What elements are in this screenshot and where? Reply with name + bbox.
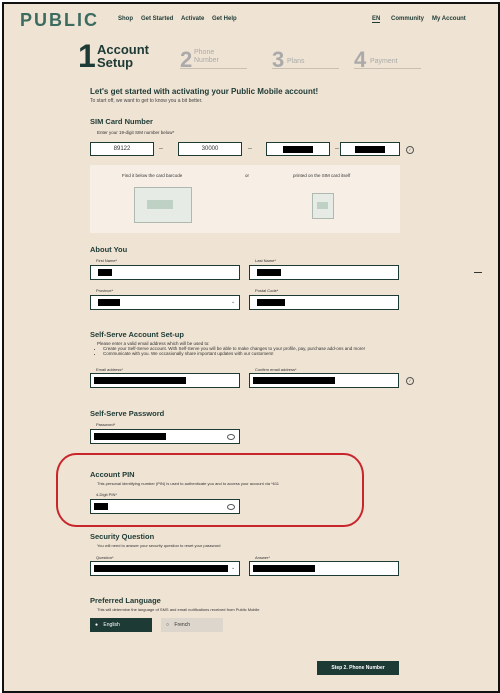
page-frame: PUBLIC Shop Get Started Activate Get Hel… bbox=[2, 2, 500, 693]
sim-dash-2: – bbox=[248, 145, 252, 152]
sim-dash-3: – bbox=[335, 145, 339, 152]
sim-part-1-input[interactable]: 89122 bbox=[90, 142, 154, 156]
postal-code-label: Postal Code* bbox=[255, 288, 279, 293]
email-valid-check-icon: ✓ bbox=[406, 377, 414, 385]
first-name-label: First Name* bbox=[96, 258, 118, 263]
chevron-down-icon: ⌄ bbox=[231, 565, 236, 571]
step-3-underline bbox=[272, 68, 339, 69]
next-step-button[interactable]: Step 2. Phone Number bbox=[317, 661, 399, 675]
sim-printed-label: printed on the SIM card itself bbox=[293, 173, 351, 178]
preferred-language-description: This will determine the language of SMS … bbox=[97, 607, 260, 612]
last-name-label: Last Name* bbox=[255, 258, 276, 263]
sim-or-label: or bbox=[245, 173, 250, 178]
step-1-number: 1 bbox=[78, 38, 96, 74]
about-you-title: About You bbox=[90, 245, 128, 254]
intro-subtext: To start off, we want to get to know you… bbox=[90, 98, 203, 104]
language-english-radio[interactable]: ● English bbox=[90, 618, 152, 632]
security-question-description: You will need to answer your security qu… bbox=[97, 543, 221, 548]
chevron-down-icon: ⌄ bbox=[231, 299, 236, 305]
french-label: French bbox=[174, 622, 190, 628]
question-label: Question* bbox=[96, 555, 114, 560]
nav-get-started[interactable]: Get Started bbox=[141, 16, 173, 22]
scroll-indicator[interactable] bbox=[474, 272, 482, 273]
password-label: Password* bbox=[96, 422, 116, 427]
sim-chip-illustration bbox=[312, 193, 334, 219]
first-name-input[interactable] bbox=[90, 265, 240, 280]
step-4-label: Payment bbox=[370, 58, 398, 65]
security-question-title: Security Question bbox=[90, 532, 155, 541]
nav-activate[interactable]: Activate bbox=[181, 16, 204, 22]
sim-part-3-input[interactable] bbox=[266, 142, 330, 156]
nav-shop[interactable]: Shop bbox=[118, 16, 133, 22]
security-question-select[interactable]: ⌄ bbox=[90, 561, 240, 576]
public-logo[interactable]: PUBLIC bbox=[20, 10, 99, 31]
step-4-underline bbox=[354, 68, 421, 69]
sim-valid-check-icon: ✓ bbox=[406, 146, 414, 154]
sim-part-4-input[interactable] bbox=[340, 142, 400, 156]
preferred-language-title: Preferred Language bbox=[90, 596, 161, 605]
sim-section-title: SIM Card Number bbox=[90, 117, 153, 126]
email-input[interactable] bbox=[90, 373, 240, 388]
step-3-label: Plans bbox=[287, 58, 305, 65]
confirm-email-input[interactable] bbox=[249, 373, 399, 388]
password-input[interactable] bbox=[90, 429, 240, 444]
self-serve-title: Self-Serve Account Set-up bbox=[90, 330, 184, 339]
email-label: Email address* bbox=[96, 367, 123, 372]
radio-unselected-icon: ○ bbox=[166, 622, 170, 628]
show-password-eye-icon[interactable] bbox=[227, 434, 235, 440]
last-name-input[interactable] bbox=[249, 265, 399, 280]
language-french-radio[interactable]: ○ French bbox=[161, 618, 223, 632]
annotation-highlight-circle bbox=[56, 453, 364, 527]
province-select[interactable]: ⌄ bbox=[90, 295, 240, 310]
sim-dash-1: – bbox=[159, 145, 163, 152]
nav-get-help[interactable]: Get Help bbox=[212, 16, 237, 22]
nav-my-account[interactable]: My Account bbox=[432, 16, 466, 22]
sim-find-barcode-label: Find it below the card barcode bbox=[122, 173, 183, 178]
nav-community[interactable]: Community bbox=[391, 16, 424, 22]
english-label: English bbox=[103, 622, 120, 628]
sim-card-illustration bbox=[134, 187, 192, 223]
step-2-label: Phone Number bbox=[194, 49, 219, 64]
step-1-label: Account Setup bbox=[97, 42, 149, 70]
sim-instruction: Enter your 19-digit SIM number below* bbox=[97, 130, 175, 135]
answer-label: Answer* bbox=[255, 555, 270, 560]
sim-location-info-panel: Find it below the card barcode or printe… bbox=[90, 165, 400, 233]
security-answer-input[interactable] bbox=[249, 561, 399, 576]
intro-heading: Let's get started with activating your P… bbox=[90, 87, 319, 96]
self-serve-description: Please enter a valid email address which… bbox=[97, 341, 397, 356]
sim-part-2-input[interactable]: 30000 bbox=[178, 142, 242, 156]
confirm-email-label: Confirm email address* bbox=[255, 367, 297, 372]
radio-selected-icon: ● bbox=[95, 622, 99, 628]
postal-code-input[interactable] bbox=[249, 295, 399, 310]
step-2-underline bbox=[180, 68, 247, 69]
language-toggle[interactable]: EN bbox=[372, 16, 381, 23]
province-label: Province* bbox=[96, 288, 114, 293]
password-title: Self-Serve Password bbox=[90, 409, 165, 418]
